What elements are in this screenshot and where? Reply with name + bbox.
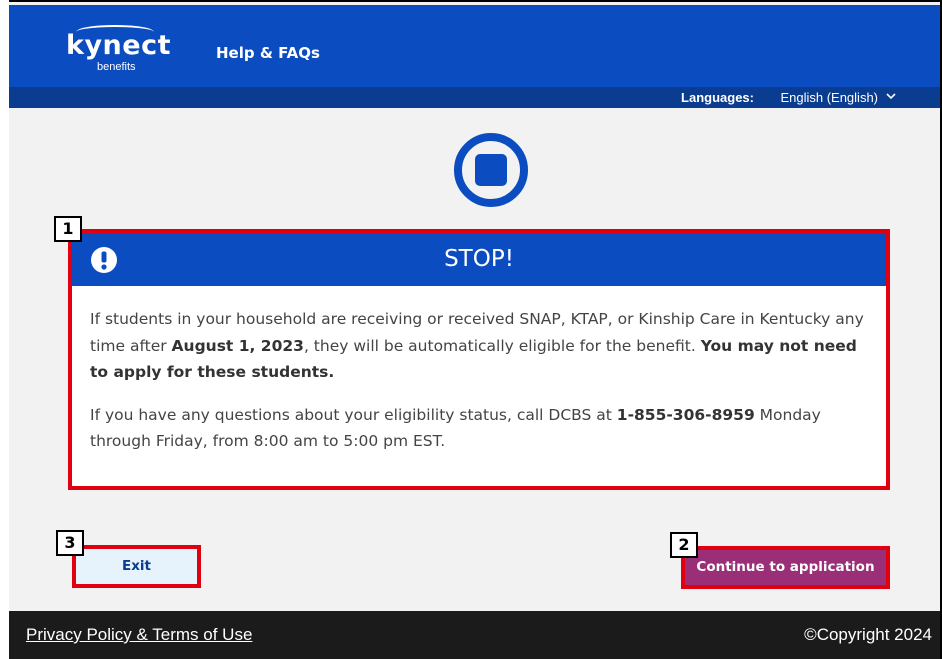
privacy-terms-link[interactable]: Privacy Policy & Terms of Use xyxy=(26,625,252,645)
exit-button[interactable]: Exit xyxy=(76,549,197,584)
copyright-text: ©Copyright 2024 xyxy=(804,625,932,644)
chevron-down-icon[interactable] xyxy=(884,87,898,105)
alert-header: STOP! xyxy=(72,233,886,286)
continue-callout: Continue to application xyxy=(681,546,890,589)
alert-text: If you have any questions about your eli… xyxy=(90,405,617,424)
callout-number-1: 1 xyxy=(54,216,82,242)
exit-callout: Exit xyxy=(72,545,201,588)
site-header: kynect benefits Help & FAQs xyxy=(9,5,940,87)
continue-to-application-button[interactable]: Continue to application xyxy=(685,550,886,585)
alert-paragraph-1: If students in your household are receiv… xyxy=(90,306,870,386)
languages-label: Languages: xyxy=(681,90,754,105)
callout-number-3: 3 xyxy=(56,530,84,556)
stop-alert: STOP! If students in your household are … xyxy=(68,229,890,490)
alert-paragraph-2: If you have any questions about your eli… xyxy=(90,402,870,455)
logo-wordmark: kynect xyxy=(66,30,172,61)
language-bar: Languages: English (English) xyxy=(9,87,940,108)
kynect-logo[interactable]: kynect benefits xyxy=(66,23,176,78)
alert-title: STOP! xyxy=(444,246,514,272)
alert-date: August 1, 2023 xyxy=(171,336,304,355)
left-margin xyxy=(0,0,9,659)
alert-phone: 1-855-306-8959 xyxy=(616,405,755,424)
help-faqs-link[interactable]: Help & FAQs xyxy=(216,43,320,63)
language-select[interactable]: English (English) xyxy=(780,90,878,105)
alert-text: , they will be automatically eligible fo… xyxy=(303,336,701,355)
logo-subtitle: benefits xyxy=(97,61,136,73)
callout-number-2: 2 xyxy=(670,532,698,558)
stop-circle-icon xyxy=(454,133,528,207)
alert-body: If students in your household are receiv… xyxy=(90,306,870,471)
site-footer: Privacy Policy & Terms of Use ©Copyright… xyxy=(9,611,940,659)
